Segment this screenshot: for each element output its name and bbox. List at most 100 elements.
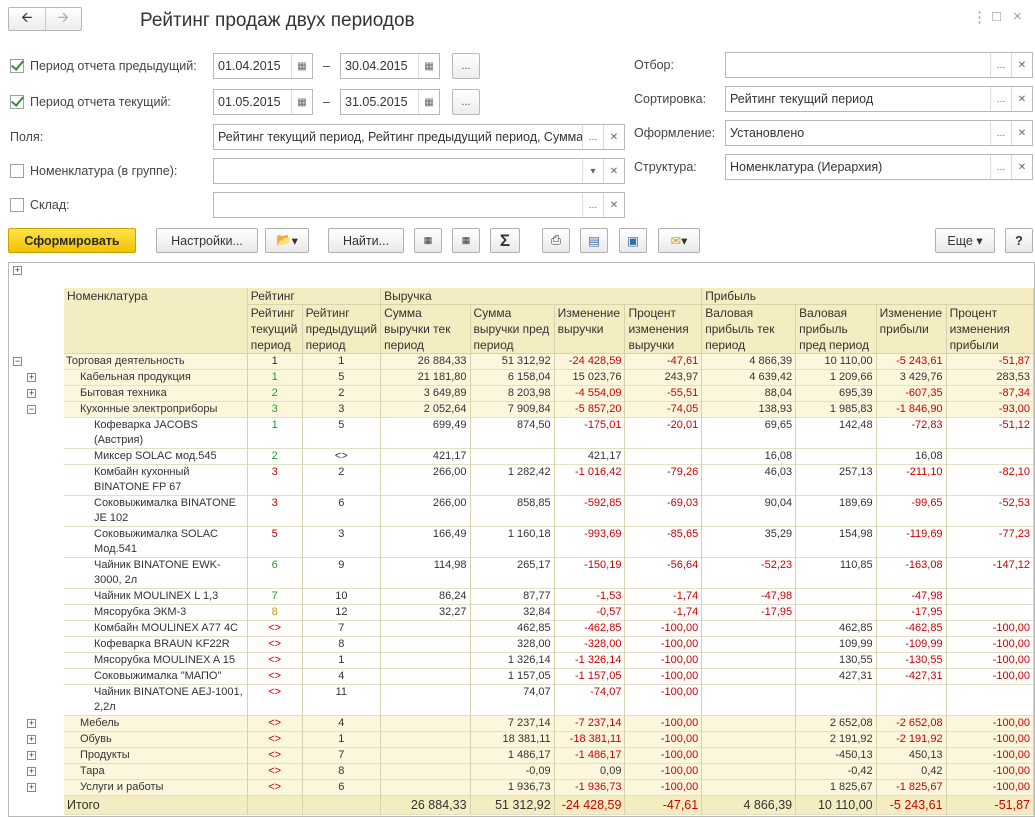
clear-icon[interactable]: ✕ <box>1011 155 1032 179</box>
send-email-button[interactable]: ✉ ▾ <box>658 228 700 253</box>
report-grid[interactable]: − + + − + + + + + + Номенклатура Рейтинг Выручка… <box>8 262 1035 817</box>
sort-input[interactable]: Рейтинг текущий период... ✕ <box>725 86 1033 112</box>
cur-period-label: Период отчета текущий: <box>30 95 171 109</box>
table-row[interactable]: Торговая деятельность 1 1 26 884,33 51 312,9… <box>64 353 1034 370</box>
more-button[interactable]: Еще ▾ <box>935 228 995 253</box>
warehouse-input[interactable]: ... ✕ <box>213 192 625 218</box>
table-row[interactable]: Кухонные электроприборы 3 3 2 052,64 7 909,8… <box>64 401 1034 418</box>
table-row[interactable]: Кофеварка JACOBS (Австрия) 1 5 699,49 874,50… <box>64 417 1034 449</box>
table-row[interactable]: Мясорубка MOULINEX A 15 <> 1 1 326,14 -1 326… <box>64 652 1034 669</box>
expand-icon[interactable]: + <box>27 767 36 776</box>
calendar-icon[interactable]: ▦ <box>418 90 439 114</box>
table-row[interactable]: Соковыжималка "МАПО" <> 4 1 157,05 -1 157,05… <box>64 668 1034 685</box>
header-profit-current: Валовая прибыль тек период <box>701 304 797 354</box>
expand-icon[interactable]: + <box>27 751 36 760</box>
cell-g: -72,83 <box>876 417 947 449</box>
help-button[interactable]: ? <box>1005 228 1033 253</box>
cell-h: -51,87 <box>946 353 1034 370</box>
table-row[interactable]: Бытовая техника 2 2 3 649,89 8 203,98 -4 554,… <box>64 385 1034 402</box>
expand-icon[interactable]: + <box>27 389 36 398</box>
cur-period-select-button[interactable]: ... <box>452 89 480 115</box>
calendar-icon[interactable]: ▦ <box>291 54 312 78</box>
cell-b: 1 486,17 <box>470 747 555 764</box>
clear-icon[interactable]: ✕ <box>1011 53 1032 77</box>
table-row[interactable]: Кофеварка BRAUN KF22R <> 8 328,00 -328,00 -10… <box>64 636 1034 653</box>
select-dots-icon[interactable]: ... <box>990 87 1011 111</box>
select-dots-icon[interactable]: ... <box>990 121 1011 145</box>
expand-all-icon[interactable]: ▦ <box>452 228 480 253</box>
structure-input[interactable]: Номенклатура (Иерархия)... ✕ <box>725 154 1033 180</box>
warehouse-checkbox[interactable] <box>10 198 24 212</box>
clear-icon[interactable]: ✕ <box>603 125 624 149</box>
cell-rating-current: <> <box>247 731 303 748</box>
cell-rating-current: <> <box>247 763 303 780</box>
cell-rating-current: 3 <box>247 401 303 418</box>
table-row[interactable]: Кабельная продукция 1 5 21 181,80 6 158,04 15… <box>64 369 1034 386</box>
table-row[interactable]: Обувь <> 1 18 381,11 -18 381,11 -100,00 2 191,… <box>64 731 1034 748</box>
arrow-right-icon[interactable]: 🡪 <box>44 8 82 30</box>
select-dots-icon[interactable]: ... <box>990 53 1011 77</box>
table-row[interactable]: Услуги и работы <> 6 1 936,73 -1 936,73 -100,… <box>64 779 1034 796</box>
collapse-icon[interactable]: − <box>27 405 36 414</box>
settings-button[interactable]: Настройки... <box>156 228 258 253</box>
preview-icon[interactable]: ▤ <box>580 228 608 253</box>
select-dots-icon[interactable]: ... <box>582 193 603 217</box>
dropdown-icon[interactable]: ▾ <box>582 159 603 183</box>
variant-dropdown-button[interactable]: 📂 ▾ <box>265 228 309 253</box>
clear-icon[interactable]: ✕ <box>1011 121 1032 145</box>
collapse-icon[interactable]: − <box>13 357 22 366</box>
expand-icon[interactable]: + <box>27 373 36 382</box>
print-icon[interactable]: ⎙ <box>542 228 570 253</box>
table-row[interactable]: Комбайн MOULINEX A77 4C <> 7 462,85 -462,85-… <box>64 620 1034 637</box>
arrow-left-icon[interactable]: 🡨 <box>9 8 45 30</box>
calendar-icon[interactable]: ▦ <box>291 90 312 114</box>
expand-icon[interactable]: + <box>27 719 36 728</box>
expand-icon[interactable]: + <box>27 783 36 792</box>
cell-h <box>946 684 1034 716</box>
nomenclature-input[interactable]: ▾ ✕ <box>213 158 625 184</box>
calendar-icon[interactable]: ▦ <box>418 54 439 78</box>
maximize-icon[interactable]: □ <box>992 8 1001 25</box>
more-icon[interactable]: ⋮ <box>972 8 987 26</box>
clear-icon[interactable]: ✕ <box>603 193 624 217</box>
table-row[interactable]: Комбайн кухонный BINATONE FP 67 3 2 266,00 1… <box>64 464 1034 496</box>
selection-input[interactable]: ... ✕ <box>725 52 1033 78</box>
nomenclature-checkbox[interactable] <box>10 164 24 178</box>
design-input[interactable]: Установлено... ✕ <box>725 120 1033 146</box>
table-row[interactable]: Чайник BINATONE EWK-3000, 2л 6 9 114,98 265,… <box>64 557 1034 589</box>
select-dots-icon[interactable]: ... <box>582 125 603 149</box>
table-row[interactable]: Чайник MOULINEX L 1,3 7 10 86,24 87,77 -1,53-… <box>64 588 1034 605</box>
cur-period-from-field[interactable]: 01.05.2015 ▦ <box>213 89 313 115</box>
prev-period-select-button[interactable]: ... <box>452 53 480 79</box>
fields-input[interactable]: Рейтинг текущий период, Рейтинг предыдущ… <box>213 124 625 150</box>
generate-button[interactable]: Сформировать <box>8 228 136 253</box>
clear-icon[interactable]: ✕ <box>603 159 624 183</box>
find-button[interactable]: Найти... <box>328 228 404 253</box>
sum-icon[interactable]: Σ <box>490 228 520 253</box>
table-row[interactable]: Мясорубка ЭКМ-3 8 12 32,27 32,84 -0,57 -1,74 -1… <box>64 604 1034 621</box>
table-row[interactable]: Мебель <> 4 7 237,14 -7 237,14 -100,00 2 652,0… <box>64 715 1034 732</box>
table-row[interactable]: Миксер SOLAC мод.545 2 <> 421,17 421,17 16,08… <box>64 448 1034 465</box>
cell-f: 1 209,66 <box>795 369 877 386</box>
cell-rating-previous: 1 <box>302 652 382 669</box>
table-row[interactable]: Продукты <> 7 1 486,17 -1 486,17 -100,00 -450,… <box>64 747 1034 764</box>
total-label: Итого <box>64 795 248 815</box>
save-icon[interactable]: ▣ <box>619 228 647 253</box>
header-rating-current: Рейтинг текущий период <box>247 304 303 354</box>
table-row[interactable]: Соковыжималка BINATONE JE 102 3 6 266,00 858… <box>64 495 1034 527</box>
prev-period-to-field[interactable]: 30.04.2015 ▦ <box>340 53 440 79</box>
table-row[interactable]: Чайник BINATONE AEJ-1001, 2,2л <> 11 74,07-… <box>64 684 1034 716</box>
prev-period-checkbox[interactable] <box>10 59 24 73</box>
expand-icon[interactable]: + <box>27 735 36 744</box>
expand-all-report-icon[interactable]: + <box>13 266 22 275</box>
prev-period-from-field[interactable]: 01.04.2015 ▦ <box>213 53 313 79</box>
collapse-all-icon[interactable]: ▦ <box>414 228 442 253</box>
clear-icon[interactable]: ✕ <box>1011 87 1032 111</box>
table-row[interactable]: Соковыжималка SOLAC Мод.541 5 3 166,49 1 160… <box>64 526 1034 558</box>
cur-period-checkbox[interactable] <box>10 95 24 109</box>
table-row[interactable]: Тара <> 8 -0,09 0,09 -100,00 -0,42 0,42 -100,00 <box>64 763 1034 780</box>
close-icon[interactable]: × <box>1013 8 1022 25</box>
cur-period-to-field[interactable]: 31.05.2015 ▦ <box>340 89 440 115</box>
select-dots-icon[interactable]: ... <box>990 155 1011 179</box>
cell-a <box>380 763 471 780</box>
